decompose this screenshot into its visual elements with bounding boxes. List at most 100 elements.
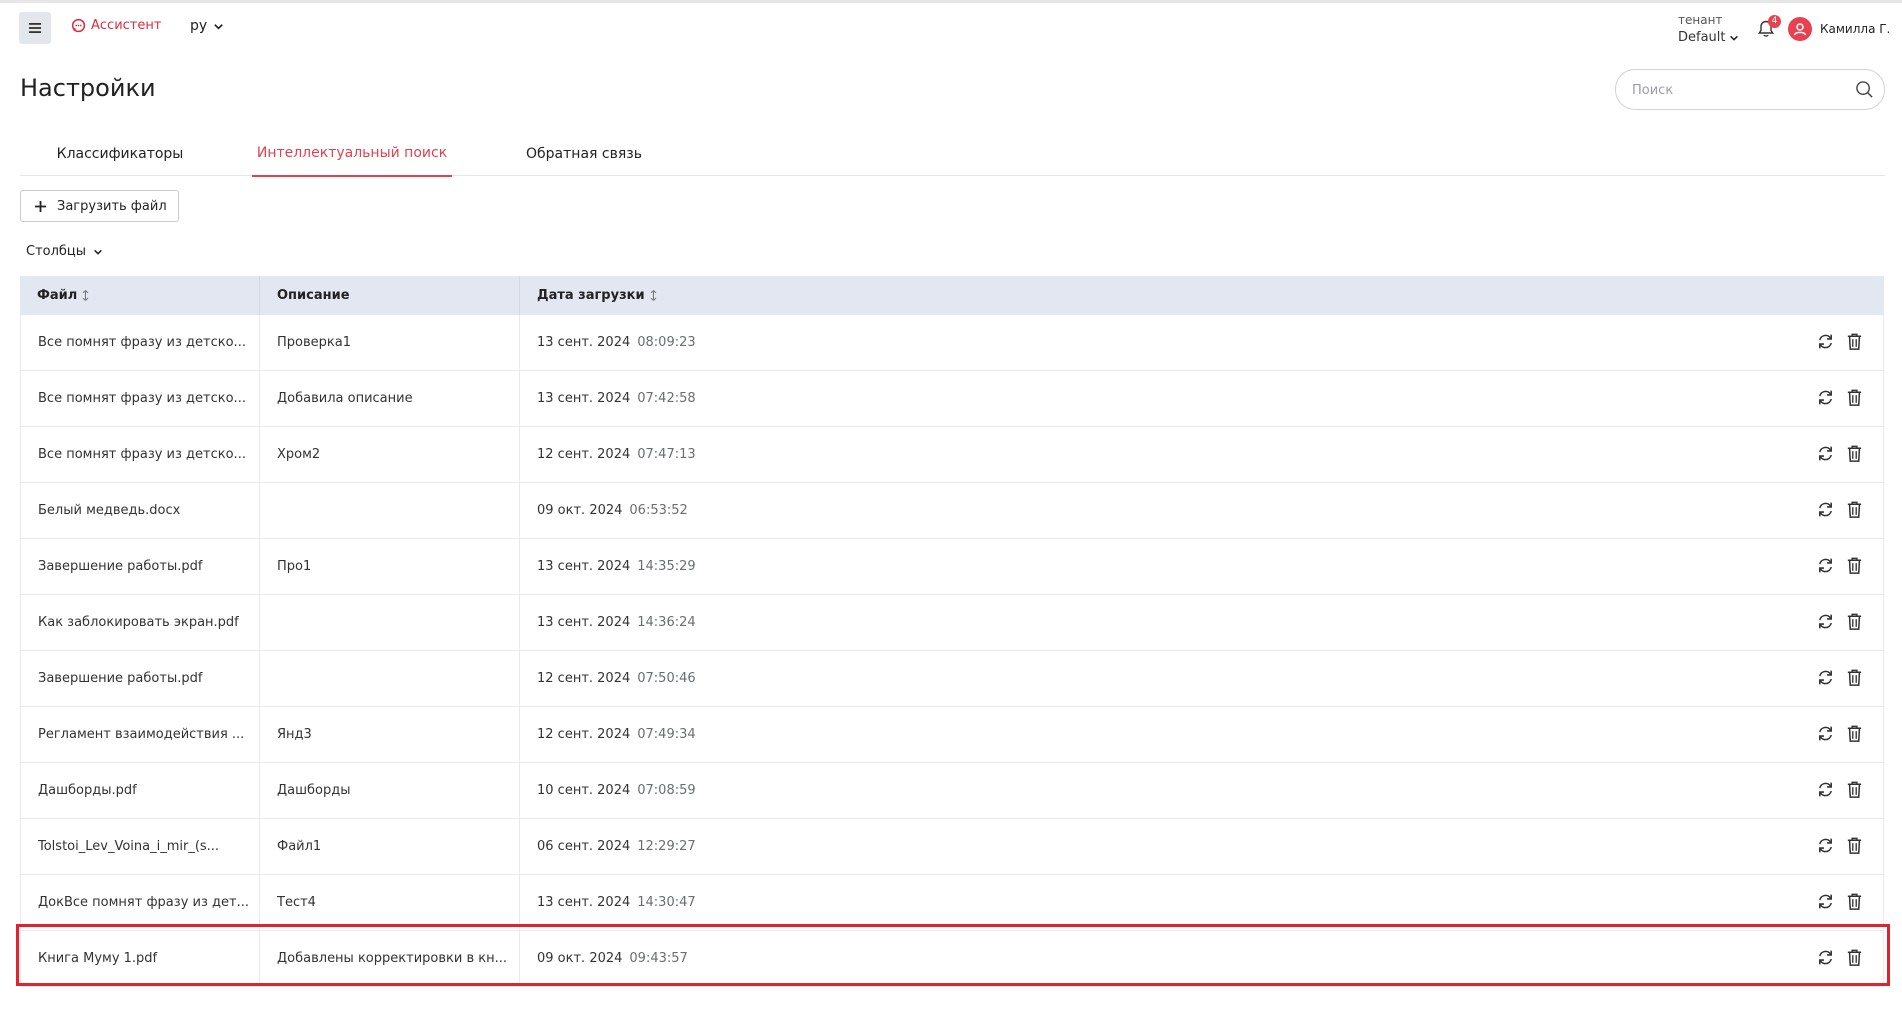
table-row[interactable]: Книга Муму 1.pdf Добавлены корректировки… bbox=[20, 931, 1884, 987]
row-actions bbox=[1816, 780, 1864, 799]
refresh-icon[interactable] bbox=[1816, 332, 1835, 351]
tab-intelligent-search[interactable]: Интеллектуальный поиск bbox=[252, 131, 452, 177]
user-menu[interactable]: Камилла Г. bbox=[1788, 17, 1890, 41]
hamburger-menu-button[interactable] bbox=[19, 12, 51, 44]
tenant-select[interactable]: тенант Default bbox=[1678, 11, 1739, 47]
table-row[interactable]: Белый медведь.docx 09 окт. 2024 06:53:52 bbox=[20, 483, 1884, 539]
table-row[interactable]: Дашборды.pdf Дашборды 10 сент. 2024 07:0… bbox=[20, 763, 1884, 819]
trash-icon[interactable] bbox=[1845, 668, 1864, 687]
row-actions bbox=[1816, 612, 1864, 631]
upload-time: 07:08:59 bbox=[637, 783, 696, 798]
row-actions bbox=[1816, 668, 1864, 687]
file-name-cell[interactable]: Все помнят фразу из детско... bbox=[21, 315, 260, 370]
refresh-icon[interactable] bbox=[1816, 892, 1835, 911]
upload-time: 07:50:46 bbox=[637, 671, 696, 686]
refresh-icon[interactable] bbox=[1816, 388, 1835, 407]
trash-icon[interactable] bbox=[1845, 724, 1864, 743]
sort-icon[interactable] bbox=[650, 290, 657, 301]
row-actions bbox=[1816, 500, 1864, 519]
search-box bbox=[1615, 69, 1885, 110]
refresh-icon[interactable] bbox=[1816, 724, 1835, 743]
language-select[interactable]: ру bbox=[190, 18, 224, 34]
trash-icon[interactable] bbox=[1845, 444, 1864, 463]
upload-date-cell: 13 сент. 2024 14:30:47 bbox=[520, 875, 1883, 930]
description-cell: Про1 bbox=[260, 539, 520, 594]
trash-icon[interactable] bbox=[1845, 332, 1864, 351]
chat-icon bbox=[71, 18, 86, 33]
file-name-cell[interactable]: ДокВсе помнят фразу из дет... bbox=[21, 875, 260, 930]
file-name-cell[interactable]: Дашборды.pdf bbox=[21, 763, 260, 818]
description-cell: Проверка1 bbox=[260, 315, 520, 370]
upload-date-cell: 09 окт. 2024 06:53:52 bbox=[520, 483, 1883, 538]
row-actions bbox=[1816, 388, 1864, 407]
upload-date: 13 сент. 2024 bbox=[537, 559, 631, 574]
upload-time: 14:35:29 bbox=[637, 559, 696, 574]
file-name-cell[interactable]: Белый медведь.docx bbox=[21, 483, 260, 538]
file-name-cell[interactable]: Все помнят фразу из детско... bbox=[21, 427, 260, 482]
app-header: Ассистент ру тенант Default 4 Камилла Г. bbox=[0, 3, 1902, 53]
search-input[interactable] bbox=[1632, 80, 1832, 100]
upload-time: 08:09:23 bbox=[637, 335, 696, 350]
description-cell: Дашборды bbox=[260, 763, 520, 818]
trash-icon[interactable] bbox=[1845, 556, 1864, 575]
upload-file-button[interactable]: Загрузить файл bbox=[20, 190, 179, 222]
file-name-cell[interactable]: Книга Муму 1.pdf bbox=[21, 931, 260, 986]
notifications-button[interactable]: 4 bbox=[1756, 15, 1781, 41]
refresh-icon[interactable] bbox=[1816, 556, 1835, 575]
trash-icon[interactable] bbox=[1845, 500, 1864, 519]
upload-time: 06:53:52 bbox=[629, 503, 688, 518]
trash-icon[interactable] bbox=[1845, 948, 1864, 967]
column-header-file[interactable]: Файл bbox=[20, 276, 260, 315]
chevron-down-icon bbox=[94, 249, 102, 255]
table-row[interactable]: Завершение работы.pdf 12 сент. 2024 07:5… bbox=[20, 651, 1884, 707]
description-cell: Файл1 bbox=[260, 819, 520, 874]
row-actions bbox=[1816, 444, 1864, 463]
trash-icon[interactable] bbox=[1845, 836, 1864, 855]
upload-date-cell: 13 сент. 2024 14:36:24 bbox=[520, 595, 1883, 650]
file-name-cell[interactable]: Завершение работы.pdf bbox=[21, 539, 260, 594]
table-row[interactable]: Все помнят фразу из детско... Добавила о… bbox=[20, 371, 1884, 427]
refresh-icon[interactable] bbox=[1816, 668, 1835, 687]
chevron-down-icon bbox=[214, 23, 223, 30]
assistant-link[interactable]: Ассистент bbox=[71, 18, 161, 33]
file-name-cell[interactable]: Все помнят фразу из детско... bbox=[21, 371, 260, 426]
user-icon bbox=[1793, 23, 1807, 36]
file-name-cell[interactable]: Регламент взаимодействия ... bbox=[21, 707, 260, 762]
refresh-icon[interactable] bbox=[1816, 780, 1835, 799]
table-row[interactable]: ДокВсе помнят фразу из дет... Тест4 13 с… bbox=[20, 875, 1884, 931]
file-name-cell[interactable]: Как заблокировать экран.pdf bbox=[21, 595, 260, 650]
tab-feedback[interactable]: Обратная связь bbox=[484, 131, 684, 176]
refresh-icon[interactable] bbox=[1816, 444, 1835, 463]
page-title: Настройки bbox=[20, 74, 156, 102]
upload-date-cell: 13 сент. 2024 07:42:58 bbox=[520, 371, 1883, 426]
refresh-icon[interactable] bbox=[1816, 836, 1835, 855]
trash-icon[interactable] bbox=[1845, 780, 1864, 799]
table-row[interactable]: Tolstoi_Lev_Voina_i_mir_(s... Файл1 06 с… bbox=[20, 819, 1884, 875]
upload-date: 12 сент. 2024 bbox=[537, 671, 631, 686]
table-row[interactable]: Завершение работы.pdf Про1 13 сент. 2024… bbox=[20, 539, 1884, 595]
upload-date: 13 сент. 2024 bbox=[537, 335, 631, 350]
column-header-upload-date[interactable]: Дата загрузки bbox=[520, 276, 1884, 315]
search-icon[interactable] bbox=[1855, 80, 1874, 99]
table-row[interactable]: Регламент взаимодействия ... Янд3 12 сен… bbox=[20, 707, 1884, 763]
trash-icon[interactable] bbox=[1845, 388, 1864, 407]
file-name-cell[interactable]: Tolstoi_Lev_Voina_i_mir_(s... bbox=[21, 819, 260, 874]
sort-icon[interactable] bbox=[82, 290, 89, 301]
table-row[interactable]: Как заблокировать экран.pdf 13 сент. 202… bbox=[20, 595, 1884, 651]
description-cell bbox=[260, 483, 520, 538]
refresh-icon[interactable] bbox=[1816, 612, 1835, 631]
table-row[interactable]: Все помнят фразу из детско... Проверка1 … bbox=[20, 315, 1884, 371]
refresh-icon[interactable] bbox=[1816, 500, 1835, 519]
table-row[interactable]: Все помнят фразу из детско... Хром2 12 с… bbox=[20, 427, 1884, 483]
trash-icon[interactable] bbox=[1845, 612, 1864, 631]
files-table: Файл Описание Дата загрузки Все помнят ф… bbox=[20, 276, 1884, 987]
file-name-cell[interactable]: Завершение работы.pdf bbox=[21, 651, 260, 706]
upload-date: 06 сент. 2024 bbox=[537, 839, 631, 854]
refresh-icon[interactable] bbox=[1816, 948, 1835, 967]
description-cell: Янд3 bbox=[260, 707, 520, 762]
upload-time: 14:36:24 bbox=[637, 615, 696, 630]
trash-icon[interactable] bbox=[1845, 892, 1864, 911]
description-cell: Тест4 bbox=[260, 875, 520, 930]
columns-toggle[interactable]: Столбцы bbox=[26, 244, 103, 259]
tab-classifiers[interactable]: Классификаторы bbox=[20, 131, 220, 176]
